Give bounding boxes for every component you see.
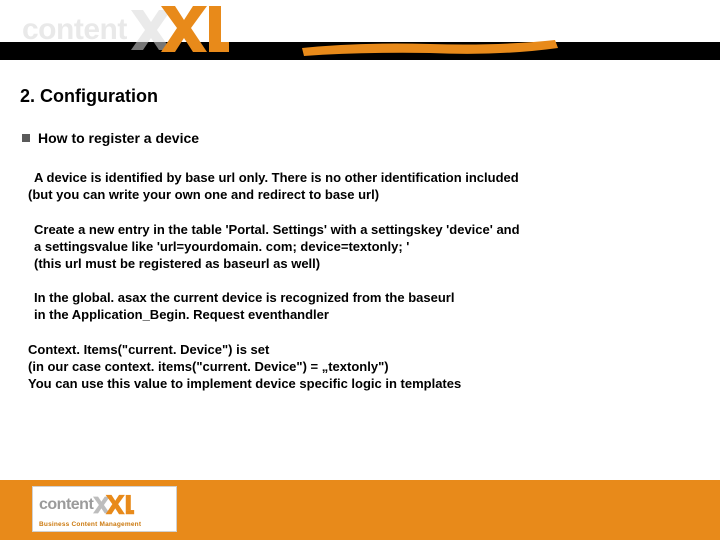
bullet-icon [22, 134, 30, 142]
footer-logo-text-block: content Business Content Management [39, 490, 141, 529]
slide-body: A device is identified by base url only.… [34, 170, 696, 411]
paragraph-1-line2: (but you can write your own one and redi… [28, 187, 379, 202]
header-logo-text: content [22, 13, 127, 47]
footer-logo-name-gray: content [39, 497, 93, 513]
subheading-text: How to register a device [38, 130, 199, 146]
slide-subheading: How to register a device [22, 130, 199, 146]
paragraph-4-line2: (in our case context. items("current. De… [28, 359, 389, 374]
slide-title: 2. Configuration [20, 86, 158, 107]
paragraph-3: In the global. asax the current device i… [34, 290, 696, 324]
paragraph-4-line3: You can use this value to implement devi… [28, 376, 461, 391]
paragraph-1-line1: A device is identified by base url only.… [34, 170, 519, 185]
paragraph-1: A device is identified by base url only.… [34, 170, 696, 204]
paragraph-1-line2-rest: but you can write your own one and redir… [32, 187, 379, 202]
paragraph-2: Create a new entry in the table 'Portal.… [34, 222, 696, 273]
paragraph-4-line1: Context. Items("current. Device") is set [28, 342, 269, 357]
footer-xxl-logo-icon [93, 490, 131, 520]
header-orange-brush-icon [300, 30, 560, 58]
footer-logo: content Business Content Management [32, 486, 177, 532]
header-logo: content [0, 0, 221, 60]
footer-logo-tagline: Business Content Management [39, 522, 141, 529]
footer-logo-main: content [39, 490, 141, 520]
xxl-logo-icon [131, 6, 221, 54]
paragraph-4: Context. Items("current. Device") is set… [28, 342, 696, 393]
